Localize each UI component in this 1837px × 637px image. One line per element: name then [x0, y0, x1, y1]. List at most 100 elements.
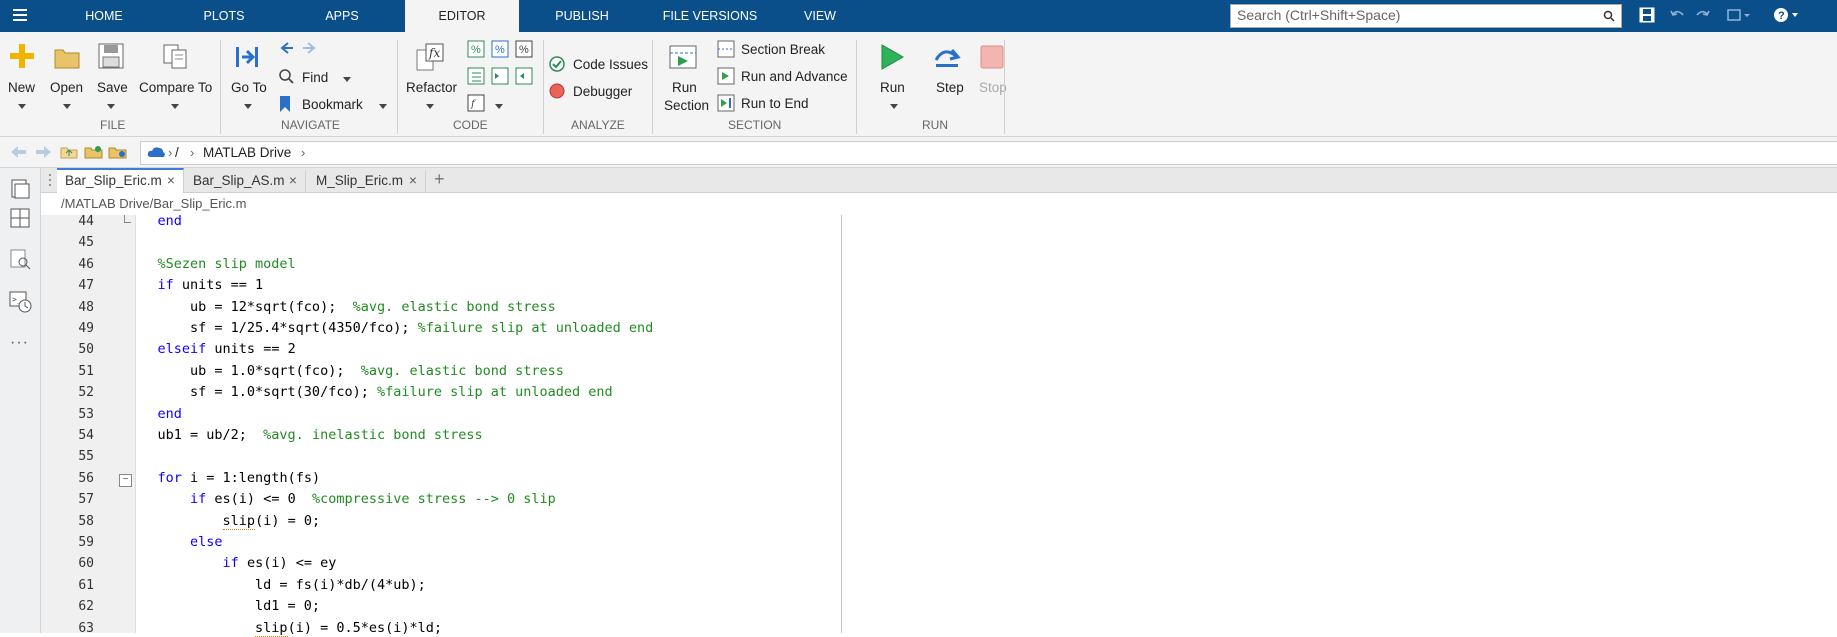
line-number: 53	[78, 406, 94, 422]
code-line[interactable]: if es(i) <= 0 %compressive stress --> 0 …	[125, 491, 556, 507]
fold-collapse-icon[interactable]: −	[119, 473, 132, 487]
section-group-label: SECTION	[728, 118, 782, 132]
tab-file-versions[interactable]: FILE VERSIONS	[650, 0, 770, 32]
undo-icon[interactable]	[1668, 6, 1688, 26]
code-line[interactable]: if es(i) <= ey	[125, 555, 337, 571]
code-line[interactable]: ub = 12*sqrt(fco); %avg. elastic bond st…	[125, 299, 556, 315]
current-folder-panel-icon[interactable]	[9, 178, 31, 203]
uncomment-icon[interactable]: %	[491, 40, 509, 61]
code-line[interactable]: end	[125, 406, 182, 422]
tab-editor[interactable]: EDITOR	[405, 0, 519, 32]
run-section-button-line2[interactable]: Section	[664, 98, 709, 113]
run-button[interactable]: Run	[880, 80, 905, 95]
run-dropdown-caret[interactable]	[890, 104, 898, 109]
nav-forward-icon[interactable]	[34, 145, 52, 162]
code-line[interactable]: end	[125, 213, 182, 229]
step-button[interactable]: Step	[936, 80, 964, 95]
close-tab-icon[interactable]: ×	[409, 170, 417, 192]
refactor-button[interactable]: Refactor	[406, 80, 457, 95]
back-arrow-icon[interactable]	[278, 40, 294, 59]
browse-folder-icon[interactable]	[84, 143, 104, 162]
code-more-caret[interactable]	[495, 104, 503, 109]
run-to-end-icon	[717, 94, 735, 115]
help-icon[interactable]: ?	[1772, 6, 1798, 26]
run-and-advance-button[interactable]: Run and Advance	[741, 69, 848, 84]
search-input[interactable]: Search (Ctrl+Shift+Space)	[1230, 4, 1622, 28]
window-layout-icon[interactable]	[1726, 6, 1750, 26]
code-token: i = 1:length(fs)	[181, 469, 321, 486]
code-line[interactable]: elseif units == 2	[125, 341, 296, 357]
save-button[interactable]: Save	[97, 80, 128, 95]
run-group-label: RUN	[922, 118, 948, 132]
code-line[interactable]: if units == 1	[125, 277, 264, 293]
doc-tab-bar-slip-as[interactable]: Bar_Slip_AS.m ×	[184, 170, 306, 192]
debugger-icon	[548, 82, 566, 103]
tab-view[interactable]: VIEW	[786, 0, 854, 32]
code-line[interactable]: slip(i) = 0.5*es(i)*ld;	[125, 619, 442, 637]
increase-indent-icon[interactable]	[491, 67, 509, 88]
doc-tab-bar-slip-eric[interactable]: Bar_Slip_Eric.m ×	[57, 168, 184, 194]
indent-smart-icon[interactable]	[467, 67, 485, 88]
breadcrumb-folder[interactable]: MATLAB Drive	[203, 145, 291, 160]
code-line[interactable]: ub1 = ub/2; %avg. inelastic bond stress	[125, 427, 483, 443]
cloud-folder-icon[interactable]	[108, 143, 128, 162]
open-dropdown-caret[interactable]	[63, 104, 71, 109]
code-line[interactable]: ub = 1.0*sqrt(fco); %avg. elastic bond s…	[125, 363, 564, 379]
workspace-panel-icon[interactable]	[9, 207, 31, 232]
compare-to-button[interactable]: Compare To	[139, 80, 212, 95]
tab-publish[interactable]: PUBLISH	[540, 0, 624, 32]
code-line[interactable]: sf = 1/25.4*sqrt(4350/fco); %failure sli…	[125, 320, 653, 336]
insert-function-icon[interactable]: f	[467, 94, 485, 115]
close-tab-icon[interactable]: ×	[289, 170, 297, 192]
command-history-panel-icon[interactable]: >_	[9, 290, 33, 317]
quick-save-icon[interactable]	[1638, 6, 1658, 26]
stop-button[interactable]: Stop	[979, 80, 1007, 95]
more-panels-icon[interactable]: ···	[10, 334, 29, 352]
breadcrumb-root[interactable]: /	[175, 145, 179, 160]
code-line[interactable]: %Sezen slip model	[125, 256, 296, 272]
line-number: 47	[78, 278, 94, 294]
run-section-button[interactable]: Run	[672, 80, 697, 95]
doc-tab-m-slip-eric[interactable]: M_Slip_Eric.m ×	[306, 170, 426, 192]
tab-plots[interactable]: PLOTS	[182, 0, 266, 32]
code-line[interactable]: ld = fs(i)*db/(4*ub);	[125, 577, 426, 593]
save-dropdown-caret[interactable]	[107, 104, 115, 109]
up-folder-icon[interactable]	[60, 143, 78, 162]
tab-apps[interactable]: APPS	[300, 0, 384, 32]
hamburger-menu-icon[interactable]	[12, 8, 32, 24]
open-button[interactable]: Open	[50, 80, 83, 95]
find-button[interactable]: Find	[302, 70, 328, 85]
code-line[interactable]: slip(i) = 0;	[125, 512, 320, 530]
refactor-dropdown-caret[interactable]	[426, 104, 434, 109]
find-dropdown-caret[interactable]	[343, 77, 351, 82]
comment-icon[interactable]: %	[467, 40, 485, 61]
bookmark-button[interactable]: Bookmark	[302, 97, 363, 112]
new-button[interactable]: New	[8, 80, 35, 95]
code-issues-button[interactable]: Code Issues	[573, 57, 648, 72]
run-to-end-button[interactable]: Run to End	[741, 96, 809, 111]
code-line[interactable]: for i = 1:length(fs)	[125, 469, 321, 486]
nav-back-icon[interactable]	[10, 145, 28, 162]
tab-home[interactable]: HOME	[62, 0, 146, 32]
code-line[interactable]: sf = 1.0*sqrt(30/fco); %failure slip at …	[125, 384, 613, 400]
section-break-button[interactable]: Section Break	[741, 42, 825, 57]
redo-icon[interactable]	[1694, 6, 1714, 26]
forward-arrow-icon[interactable]	[302, 40, 318, 59]
bookmark-dropdown-caret[interactable]	[379, 104, 387, 109]
debugger-button[interactable]: Debugger	[573, 84, 632, 99]
decrease-indent-icon[interactable]	[515, 67, 533, 88]
compare-dropdown-caret[interactable]	[171, 104, 179, 109]
go-to-button[interactable]: Go To	[231, 80, 267, 95]
code-line[interactable]: ld1 = 0;	[125, 598, 320, 614]
new-tab-plus-icon[interactable]: +	[434, 169, 445, 190]
find-files-panel-icon[interactable]	[9, 248, 31, 273]
current-folder-path[interactable]	[140, 141, 1837, 165]
close-tab-icon[interactable]: ×	[167, 170, 175, 192]
keyword-token: for	[157, 469, 182, 486]
new-dropdown-caret[interactable]	[18, 104, 26, 109]
wrap-comments-icon[interactable]: %	[515, 40, 533, 61]
code-line[interactable]: else	[125, 534, 223, 550]
svg-text:%: %	[471, 44, 481, 56]
goto-dropdown-caret[interactable]	[244, 104, 252, 109]
